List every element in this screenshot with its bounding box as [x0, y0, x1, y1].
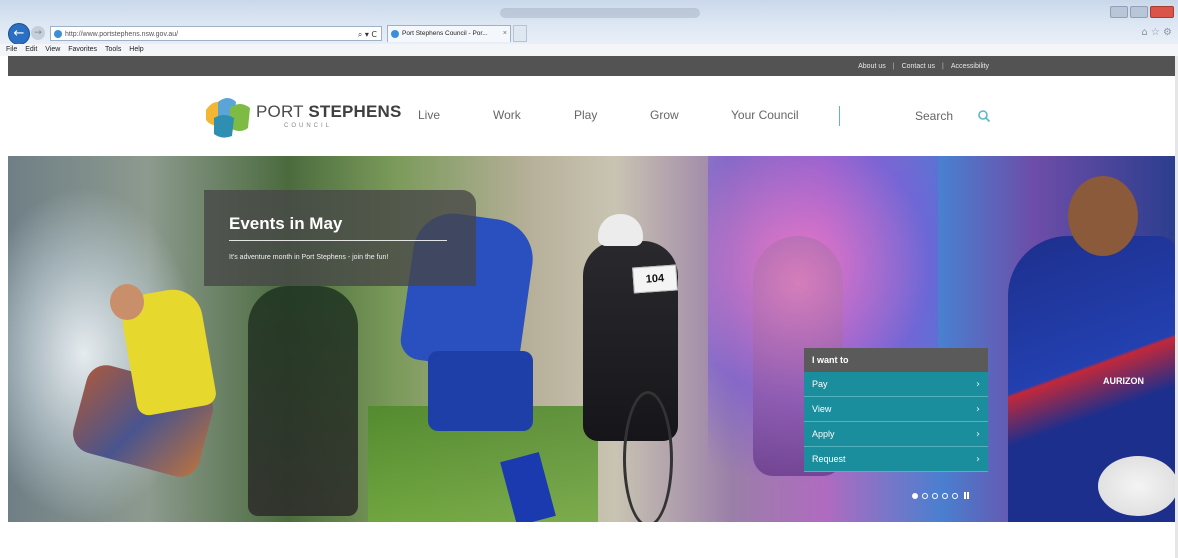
- site-header: PORT STEPHENS COUNCIL Live Work Play Gro…: [8, 76, 1175, 156]
- i-want-to-apply[interactable]: Apply ›: [804, 422, 988, 447]
- maximize-button[interactable]: [1130, 6, 1148, 18]
- menu-favorites[interactable]: Favorites: [68, 46, 97, 53]
- i-want-to-item-label: Request: [812, 454, 846, 464]
- browser-chrome: ← → http://www.portstephens.nsw.gov.au/ …: [0, 0, 1178, 45]
- nav-work[interactable]: Work: [493, 108, 521, 122]
- i-want-to-request[interactable]: Request ›: [804, 447, 988, 472]
- tab-favicon-icon: [391, 30, 399, 38]
- chevron-right-icon: ›: [976, 379, 980, 390]
- events-title: Events in May: [229, 214, 343, 233]
- utility-bar: About us | Contact us | Accessibility: [8, 56, 1175, 76]
- search-icon[interactable]: [977, 109, 991, 123]
- utility-links: About us | Contact us | Accessibility: [858, 56, 989, 76]
- menu-tools[interactable]: Tools: [105, 46, 121, 53]
- ie-icon: [54, 30, 62, 38]
- browser-tab[interactable]: Port Stephens Council - Por... ×: [387, 25, 511, 42]
- chevron-right-icon: ›: [976, 429, 980, 440]
- address-text: http://www.portstephens.nsw.gov.au/: [65, 31, 179, 38]
- i-want-to-heading: I want to: [804, 348, 988, 372]
- menu-edit[interactable]: Edit: [25, 46, 37, 53]
- logo-text: PORT STEPHENS: [256, 102, 402, 122]
- new-tab-button[interactable]: [513, 25, 527, 42]
- address-tools-icons[interactable]: ⌕ ▾ C: [358, 27, 377, 42]
- address-bar[interactable]: http://www.portstephens.nsw.gov.au/ ⌕ ▾ …: [50, 26, 382, 41]
- window-controls: [1110, 6, 1174, 18]
- slider-dots: [912, 492, 969, 499]
- contact-us-link[interactable]: Contact us: [902, 63, 935, 70]
- home-favorites-settings-icons[interactable]: ⌂ ☆ ⚙: [1141, 27, 1172, 38]
- slider-dot[interactable]: [922, 492, 928, 499]
- slider-dot[interactable]: [942, 492, 948, 499]
- slider-dot[interactable]: [952, 492, 958, 499]
- guitarist-figure: [248, 286, 358, 516]
- back-arrow-icon[interactable]: ←: [8, 23, 30, 45]
- i-want-to-item-label: Apply: [812, 429, 835, 439]
- search-label[interactable]: Search: [915, 109, 953, 123]
- i-want-to-pay[interactable]: Pay ›: [804, 372, 988, 397]
- events-subtitle: It's adventure month in Port Stephens - …: [229, 254, 389, 261]
- chevron-right-icon: ›: [976, 454, 980, 465]
- rugby-ball: [1098, 456, 1175, 516]
- separator: |: [892, 62, 895, 70]
- events-divider: [229, 240, 447, 241]
- accessibility-link[interactable]: Accessibility: [951, 63, 989, 70]
- i-want-to-item-label: Pay: [812, 379, 828, 389]
- tab-close-icon[interactable]: ×: [503, 26, 507, 42]
- nav-play[interactable]: Play: [574, 108, 597, 122]
- rugby-player-head: [1068, 176, 1138, 256]
- logo-word-port: PORT: [256, 102, 309, 121]
- separator: |: [942, 62, 944, 70]
- hero-banner[interactable]: 104 AURIZON Events in May It's adventure…: [8, 156, 1175, 522]
- surfer-head: [110, 284, 144, 320]
- chevron-right-icon: ›: [976, 404, 980, 415]
- menu-file[interactable]: File: [6, 46, 17, 53]
- sponsor-logo: AURIZON: [1103, 376, 1144, 386]
- cyclist-helmet: [598, 214, 643, 246]
- nav-grow[interactable]: Grow: [650, 108, 679, 122]
- race-bib: 104: [632, 264, 678, 294]
- pause-icon[interactable]: [964, 492, 969, 499]
- events-callout[interactable]: Events in May It's adventure month in Po…: [204, 190, 476, 286]
- nav-your-council[interactable]: Your Council: [731, 108, 799, 122]
- i-want-to-panel: I want to Pay › View › Apply › Request ›: [804, 348, 988, 474]
- forward-arrow-icon[interactable]: →: [31, 26, 45, 40]
- window-title: [500, 8, 700, 18]
- i-want-to-view[interactable]: View ›: [804, 397, 988, 422]
- logo-mark-icon: [206, 98, 250, 138]
- menu-view[interactable]: View: [45, 46, 60, 53]
- menu-help[interactable]: Help: [129, 46, 143, 53]
- nav-live[interactable]: Live: [418, 108, 440, 122]
- nav-divider: [839, 106, 840, 126]
- close-window-button[interactable]: [1150, 6, 1174, 18]
- bike-wheel: [623, 391, 673, 522]
- slider-dot[interactable]: [912, 492, 918, 499]
- logo-subtitle: COUNCIL: [284, 123, 333, 129]
- about-us-link[interactable]: About us: [858, 63, 886, 70]
- i-want-to-item-label: View: [812, 404, 832, 414]
- footballer-shorts: [428, 351, 533, 431]
- slider-dot[interactable]: [932, 492, 938, 499]
- tab-title: Port Stephens Council - Por...: [402, 30, 488, 37]
- logo-word-stephens: STEPHENS: [308, 102, 402, 121]
- menu-bar: File Edit View Favorites Tools Help: [0, 44, 1178, 56]
- port-stephens-logo[interactable]: PORT STEPHENS COUNCIL: [204, 94, 401, 138]
- minimize-button[interactable]: [1110, 6, 1128, 18]
